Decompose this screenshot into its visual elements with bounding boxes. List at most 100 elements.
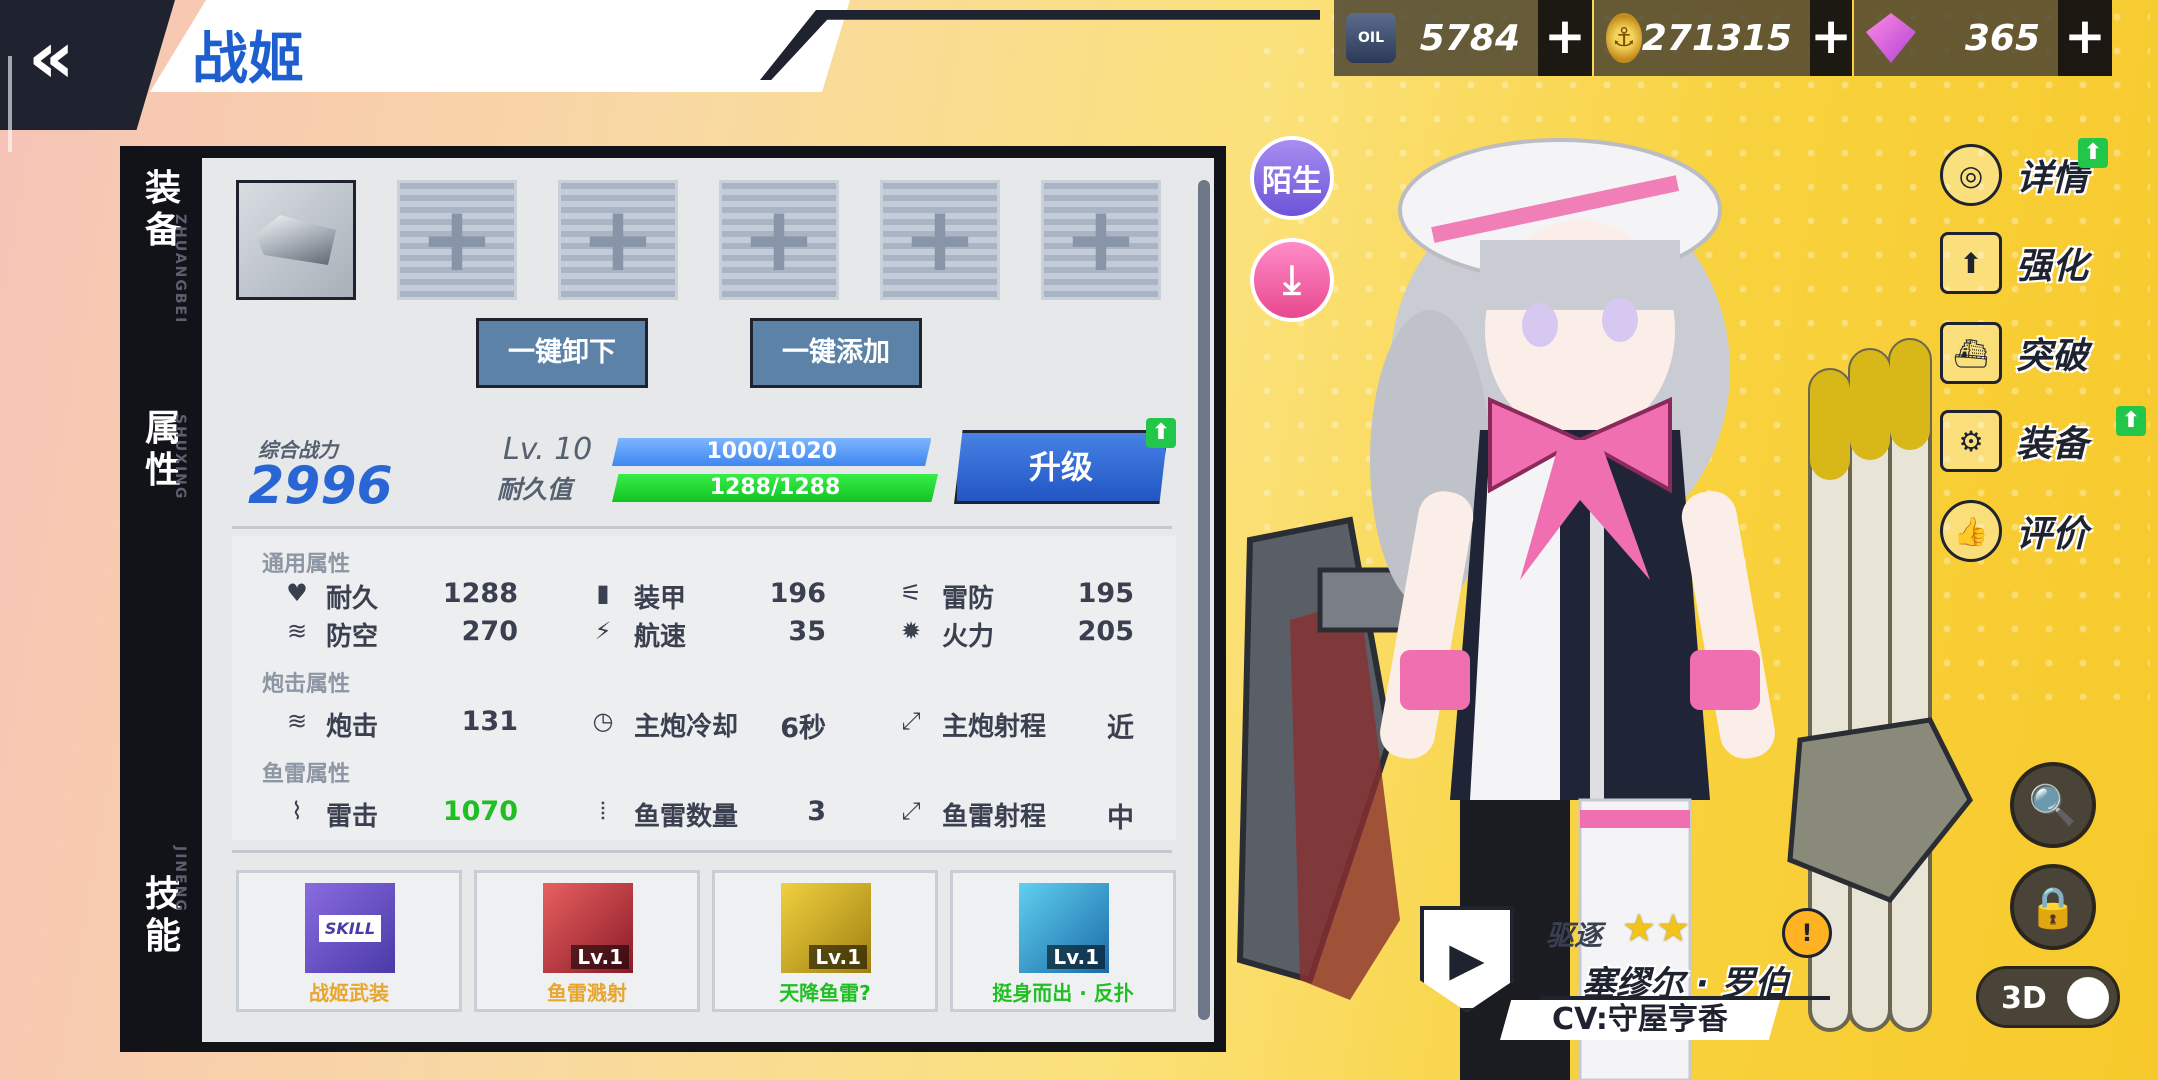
stat-name: 装甲 [634,584,687,614]
gem-icon [1866,13,1916,63]
plus-icon: + [1063,187,1139,292]
range-icon: ⤢ [901,707,921,735]
gun-attrs-title: 炮击属性 [262,672,351,697]
equipment-slot-6[interactable]: + [1041,180,1161,300]
plus-icon: + [902,187,978,292]
stat-name: 火力 [942,622,995,652]
armor-icon: ▮ [596,579,610,607]
lock-icon: 🔒 [2028,884,2078,931]
3d-toggle[interactable]: 3D [1976,966,2120,1028]
magnifier-icon: 🔍 [2028,782,2078,829]
zoom-button[interactable]: 🔍 [2010,762,2096,848]
plus-icon: + [741,187,817,292]
torpedo-icon: ⌇ [291,797,303,825]
torpedo-rain-icon: Lv.1 [781,883,871,973]
stranger-button[interactable]: 陌生 [1250,136,1334,220]
lock-button[interactable]: 🔒 [2010,864,2096,950]
menu-label: 突破 [2016,336,2089,377]
voice-actor-label: CV:守屋亨香 [1500,1000,1780,1040]
equipment-slot-4[interactable]: + [719,180,839,300]
equip-all-button[interactable]: 一键添加 [750,318,922,388]
skill-level: Lv.1 [1047,945,1105,969]
skill-card-2[interactable]: Lv.1 鱼雷溅射 [474,870,700,1012]
counterattack-icon: Lv.1 [1019,883,1109,973]
stat-value: 近 [1107,713,1134,744]
title-stripe [760,10,1320,80]
menu-enhance[interactable]: ⬆ 强化 [1940,228,2088,298]
oil-barrel-icon: OIL [1346,13,1396,63]
hp-bar: 1288/1288 [612,474,938,502]
equipment-slot-5[interactable]: + [880,180,1000,300]
mood-emoji-icon[interactable]: ! [1782,908,1832,958]
skill-name: 天降鱼雷? [779,981,871,1005]
speed-icon: ⚡ [594,617,612,645]
name-underline [1540,996,1830,1000]
add-gem-button[interactable]: + [2058,0,2112,76]
heart-icon: ♥ [286,579,308,607]
menu-rating[interactable]: 👍 评价 [1940,496,2088,566]
stat-value: 3 [807,796,826,827]
skill-card-3[interactable]: Lv.1 天降鱼雷? [712,870,938,1012]
plus-icon: + [580,187,656,292]
general-attrs-title: 通用属性 [262,552,351,577]
oil-value: 5784 [1419,17,1520,59]
stat-name: 雷击 [326,802,379,832]
skill-card-1[interactable]: SKILL 战姬武装 [236,870,462,1012]
upgrade-button[interactable]: 升级 [954,430,1168,504]
menu-equipment[interactable]: ⚙ 装备 [1940,406,2088,476]
stat-name: 炮击 [326,712,379,742]
skill-level: Lv.1 [809,945,867,969]
stat-value: 196 [769,578,826,609]
share-icon[interactable]: ⤓ [1250,238,1334,322]
stat-name: 航速 [634,622,687,652]
gem-currency: 365 + [1854,0,2112,76]
breakthrough-icon: ⛴ [1940,322,2002,384]
toggle-knob [2067,977,2109,1019]
equipment-slot-1[interactable] [236,180,356,300]
plus-icon: + [419,187,495,292]
3d-label: 3D [2001,981,2047,1016]
stat-name: 防空 [326,622,379,652]
range-icon: ⤢ [901,797,921,825]
rarity-stars: ★★ [1622,906,1691,950]
torpedo-defense-icon: ⚟ [900,579,922,607]
skill-name: 挺身而出 · 反扑 [992,981,1134,1005]
panel-scrollbar[interactable] [1198,180,1210,1020]
skill-level: Lv.1 [571,945,629,969]
tab-attributes-pinyin: SHUXING [172,414,188,501]
play-icon: ▶ [1449,932,1485,986]
rating-icon: 👍 [1940,500,2002,562]
equipment-slot-2[interactable]: + [397,180,517,300]
stat-value: 270 [461,616,518,647]
torpedo-count-icon: ⦙ [600,797,606,825]
oil-currency: OIL 5784 + [1334,0,1592,76]
menu-breakthrough[interactable]: ⛴ 突破 [1940,318,2088,388]
back-icon[interactable]: « [28,21,108,93]
anti-air-icon: ≋ [286,617,308,645]
skill-name: 鱼雷溅射 [547,981,627,1005]
stat-value: 195 [1077,578,1134,609]
skill-name: 战姬武装 [309,981,389,1005]
durability-label: 耐久值 [497,475,573,504]
unequip-all-button[interactable]: 一键卸下 [476,318,648,388]
equipment-slot-3[interactable]: + [558,180,678,300]
skill-card-4[interactable]: Lv.1 挺身而出 · 反扑 [950,870,1176,1012]
stat-value: 35 [788,616,826,647]
stat-value: 1288 [442,578,518,609]
ship-type: 驱逐 [1546,919,1603,952]
stat-value: 205 [1077,616,1134,647]
torpedo-attrs-title: 鱼雷属性 [262,762,351,787]
tab-equipment-pinyin: ZHUANGBEI [172,214,188,325]
menu-details[interactable]: ◎ 详情 [1940,140,2088,210]
equipment-icon: ⚙ [1940,410,2002,472]
exp-bar: 1000/1020 [612,438,932,466]
menu-label: 强化 [2016,246,2089,287]
add-coin-button[interactable]: + [1810,0,1852,76]
add-oil-button[interactable]: + [1538,0,1592,76]
gunnery-icon: ≋ [286,707,308,735]
firepower-icon: ✹ [900,617,922,645]
level-label: Lv. 10 [503,432,593,467]
coin-value: 271315 [1641,17,1793,59]
ship-part-icon [256,215,336,265]
details-arrow-icon: ⬆ [2078,138,2108,168]
